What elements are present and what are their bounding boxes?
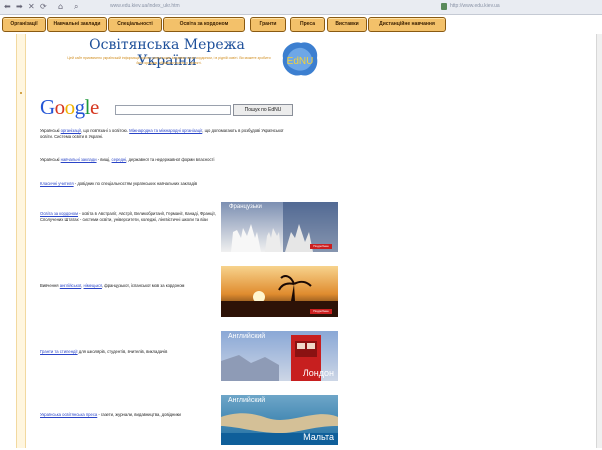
ednu-logo[interactable]: EdNU [279,38,321,80]
nav-distance-learning[interactable]: Дистанційне навчання [368,17,446,32]
paragraph-languages: Вивчення англійської, німецької, француз… [40,283,185,288]
google-letter: o [64,95,76,119]
google-letter: G [40,95,55,119]
page-subtitle: Цей сайт присвячено українській інформац… [67,56,271,65]
left-decor-stripe [16,34,26,448]
link-international-orgs[interactable]: Міжнародна та міжнародні організації [129,128,202,133]
link-specialties[interactable]: Класичні учителя [40,181,74,186]
banner-malta-caption-2: Мальта [303,432,334,442]
refresh-icon[interactable]: ⟳ [40,2,47,12]
link-grants[interactable]: Гранти та стипендії [40,349,78,354]
paragraph-press: Українська освітянська преса - газети, ж… [40,412,181,417]
nav-specialties[interactable]: Спеціальності [108,17,162,32]
search-icon[interactable]: ⌕ [74,2,78,12]
banner-malta-caption-1: Английский [228,397,266,404]
link-institutions[interactable]: навчальні заклади [61,157,97,162]
banner-french-caption: Французьки [229,204,262,210]
nav-grants[interactable]: Гранти [250,17,286,32]
banner-french-badge[interactable]: Подробнее [310,244,332,249]
nav-organizations[interactable]: Організації [2,17,46,32]
link-secondary[interactable]: середні [112,157,127,162]
link-organizations[interactable]: організації [61,128,81,133]
address-bar[interactable]: www.edu.kiev.ua/index_ukr.htm [110,3,180,9]
home-icon[interactable]: ⌂ [58,2,63,12]
scrollbar[interactable] [596,34,602,448]
forward-icon[interactable]: ➡ [16,2,23,12]
link-german[interactable]: німецької [84,283,102,288]
browser-toolbar: ⬅ ➡ ✕ ⟳ ⌂ ⌕ www.edu.kiev.ua/index_ukr.ht… [0,0,602,15]
link-study-abroad[interactable]: Освіта за кордоном [40,211,78,216]
paragraph-specialties: Класичні учителя - довідник по спеціальн… [40,181,198,186]
banner-malta[interactable]: Английский Мальта [221,395,338,445]
nav-exhibitions[interactable]: Виставки [327,17,367,32]
google-letter: g [74,95,86,119]
google-letter: o [54,95,66,119]
search-input[interactable] [115,105,231,115]
banner-london-caption-1: Английский [228,333,266,340]
paragraph-organizations: Українські організації, що пов'язані з о… [40,128,284,139]
paragraph-grants: Гранти та стипендії для школярів, студен… [40,349,168,354]
nav-institutions[interactable]: Навчальні заклади [47,17,107,32]
nav-study-abroad[interactable]: Освіта за кордоном [163,17,245,32]
stop-icon[interactable]: ✕ [28,2,35,12]
link-press[interactable]: Українська освітянська преса [40,412,97,417]
link-english[interactable]: англійської [60,283,81,288]
svg-text:EdNU: EdNU [287,56,314,67]
search-button[interactable]: Пошук по EdNU [233,104,293,116]
address-bar-secondary[interactable]: http://www.edu.kiev.ua [450,3,500,9]
main-nav: Організації Навчальні заклади Спеціально… [0,15,602,33]
banner-sunset-badge[interactable]: Подробнее [310,309,332,314]
back-icon[interactable]: ⬅ [4,2,11,12]
banner-sunset[interactable]: Подробнее [221,266,338,317]
google-letter: e [90,95,99,119]
nav-press[interactable]: Преса [290,17,325,32]
favicon-icon [441,3,447,10]
google-logo: Google [40,96,99,119]
paragraph-institutions: Українські навчальні заклади - вищі, сер… [40,157,215,162]
banner-london[interactable]: Английский Лондон [221,331,338,381]
banner-london-caption-2: Лондон [302,368,334,378]
banner-french[interactable]: Французьки Подробнее [221,202,338,252]
paragraph-study-abroad: Освіта за кордоном - освіта в Австралії,… [40,211,216,222]
